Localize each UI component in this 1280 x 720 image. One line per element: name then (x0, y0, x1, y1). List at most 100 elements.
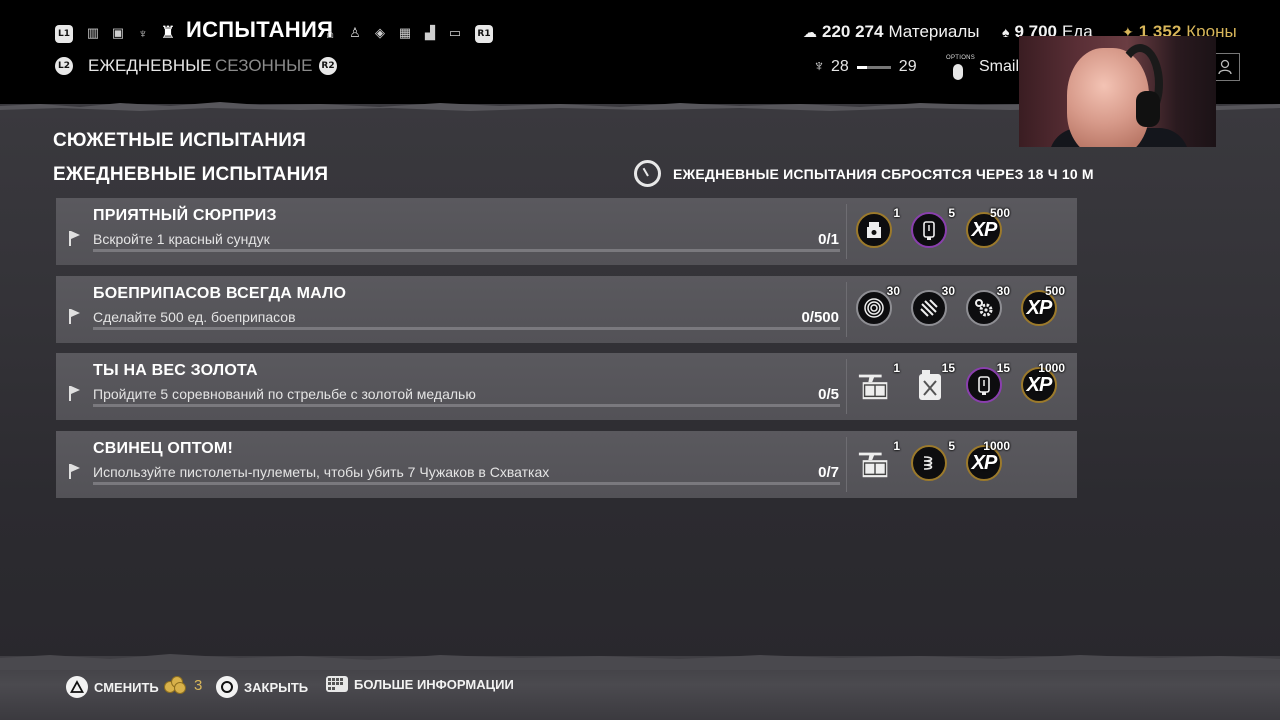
reset-timer: ЕЖЕДНЕВНЫЕ ИСПЫТАНИЯ СБРОСЯТСЯ ЧЕРЕЗ 18 … (634, 160, 1094, 187)
reward-item[interactable]: 1 (856, 361, 900, 401)
touchpad-button-icon (326, 676, 348, 692)
l2-button[interactable]: L2 (55, 57, 73, 75)
options-button-icon[interactable] (953, 64, 963, 80)
crafting-icon[interactable]: ◈ (372, 24, 388, 42)
materials-value: 220 274 (822, 22, 884, 41)
challenge-description: Сделайте 500 ед. боеприпасов (93, 309, 296, 325)
reward-item[interactable]: 15 (966, 361, 1010, 403)
food-icon: ♠ (1002, 24, 1010, 40)
reward-quantity: 5 (948, 439, 955, 453)
stats-icon[interactable]: ▟ (422, 24, 438, 42)
switch-label: СМЕНИТЬ (94, 679, 159, 695)
page-title: ИСПЫТАНИЯ (186, 17, 334, 42)
coins-icon (164, 676, 188, 694)
challenge-card[interactable]: ТЫ НА ВЕС ЗОЛОТА Пройдите 5 соревнований … (56, 353, 1077, 420)
challenge-card[interactable]: БОЕПРИПАСОВ ВСЕГДА МАЛО Сделайте 500 ед. … (56, 276, 1077, 343)
map-icon[interactable]: ▥ (85, 24, 101, 42)
reward-list: 1 5 XP 1000 (856, 439, 1010, 481)
challenge-name: СВИНЕЦ ОПТОМ! (93, 440, 233, 457)
story-challenges-title[interactable]: СЮЖЕТНЫЕ ИСПЫТАНИЯ (53, 130, 306, 152)
reset-timer-text: ЕЖЕДНЕВНЫЕ ИСПЫТАНИЯ СБРОСЯТСЯ ЧЕРЕЗ 18 … (673, 165, 1094, 182)
challenge-progress-bar (93, 327, 840, 330)
reward-list: 1 5 XP 500 (856, 206, 1010, 248)
challenge-progress-bar (93, 404, 840, 407)
torn-edge-bottom (0, 654, 1280, 670)
skill-icon[interactable]: ♆ (135, 24, 151, 42)
coins-hint: 3 (164, 676, 202, 694)
triangle-button-icon (66, 676, 88, 698)
reward-item[interactable]: 15 (911, 361, 955, 401)
challenge-description: Пройдите 5 соревнований по стрельбе с зо… (93, 386, 476, 402)
reward-list: 30 30 30 XP 500 (856, 284, 1065, 326)
challenge-card[interactable]: СВИНЕЦ ОПТОМ! Используйте пистолеты-пулем… (56, 431, 1077, 498)
close-label: ЗАКРЫТЬ (244, 679, 309, 695)
reward-quantity: 15 (941, 361, 955, 375)
reward-quantity: 1 (893, 206, 900, 220)
reward-item[interactable]: XP 1000 (1021, 361, 1065, 403)
reward-divider (846, 359, 847, 414)
reward-item[interactable]: XP 500 (966, 206, 1010, 248)
photo-icon[interactable]: ▭ (447, 24, 463, 42)
flag-icon (68, 464, 82, 480)
close-hint[interactable]: ЗАКРЫТЬ (216, 676, 308, 698)
challenge-description: Вскройте 1 красный сундук (93, 231, 270, 247)
reward-quantity: 1000 (983, 439, 1010, 453)
webcam-overlay (1019, 36, 1216, 147)
reward-item[interactable]: 30 (856, 284, 900, 326)
reward-quantity: 30 (886, 284, 900, 298)
challenge-name: ПРИЯТНЫЙ СЮРПРИЗ (93, 207, 277, 224)
base-icon[interactable]: ⌂ (322, 24, 338, 42)
reward-quantity: 15 (996, 361, 1010, 375)
r1-button[interactable]: R1 (475, 25, 493, 43)
challenge-description: Используйте пистолеты-пулеметы, чтобы уб… (93, 464, 550, 480)
materials-label: Материалы (888, 22, 980, 41)
l1-button[interactable]: L1 (55, 25, 73, 43)
flag-icon (68, 386, 82, 402)
reward-item[interactable]: XP 1000 (966, 439, 1010, 481)
level-progress: ♆ 28 29 (813, 58, 917, 76)
outfit-icon[interactable]: ♙ (347, 24, 363, 42)
bag-icon[interactable]: ▣ (110, 24, 126, 42)
reward-item[interactable]: 1 (856, 439, 900, 479)
challenge-progress: 0/7 (818, 464, 839, 481)
reward-divider (846, 204, 847, 259)
challenge-progress: 0/5 (818, 386, 839, 403)
tab-daily[interactable]: ЕЖЕДНЕВНЫЕ (88, 56, 212, 76)
level-bar-fill (856, 65, 867, 69)
reward-item[interactable]: 30 (966, 284, 1010, 326)
reward-quantity: 500 (1044, 284, 1065, 298)
more-info-hint[interactable]: БОЛЬШЕ ИНФОРМАЦИИ (326, 676, 514, 692)
reward-divider (846, 437, 847, 492)
challenge-name: БОЕПРИПАСОВ ВСЕГДА МАЛО (93, 285, 347, 302)
challenge-progress: 0/500 (801, 309, 839, 326)
challenge-name: ТЫ НА ВЕС ЗОЛОТА (93, 362, 258, 379)
reward-item[interactable]: 5 (911, 439, 955, 481)
reward-list: 1 15 15 XP 1000 (856, 361, 1065, 403)
tab-seasonal[interactable]: СЕЗОННЫЕ (215, 56, 312, 76)
materials-icon: ☁ (803, 23, 817, 40)
reward-item[interactable]: 5 (911, 206, 955, 248)
options-label: OPTIONS (946, 55, 976, 61)
challenge-progress-bar (93, 482, 840, 485)
reward-quantity: 5 (948, 206, 955, 220)
reward-item[interactable]: 30 (911, 284, 955, 326)
reward-divider (846, 282, 847, 337)
flag-icon (68, 231, 82, 247)
challenge-card[interactable]: ПРИЯТНЫЙ СЮРПРИЗ Вскройте 1 красный сунду… (56, 198, 1077, 265)
reward-quantity: 30 (996, 284, 1010, 298)
r2-button[interactable]: R2 (319, 57, 337, 75)
player-name: Smail (979, 58, 1020, 75)
reward-quantity: 1 (893, 361, 900, 375)
level-icon: ♆ (813, 58, 825, 75)
codex-icon[interactable]: ▦ (397, 24, 413, 42)
switch-hint[interactable]: СМЕНИТЬ (66, 676, 159, 698)
level-next: 29 (898, 58, 917, 75)
reward-item[interactable]: XP 500 (1021, 284, 1065, 326)
reward-item[interactable]: 1 (856, 206, 900, 248)
reward-quantity: 1 (893, 439, 900, 453)
flag-icon (68, 309, 82, 325)
level-bar (856, 65, 891, 69)
reward-quantity: 1000 (1038, 361, 1065, 375)
challenges-icon[interactable]: ♜ (160, 23, 176, 42)
level-current: 28 (831, 58, 849, 75)
